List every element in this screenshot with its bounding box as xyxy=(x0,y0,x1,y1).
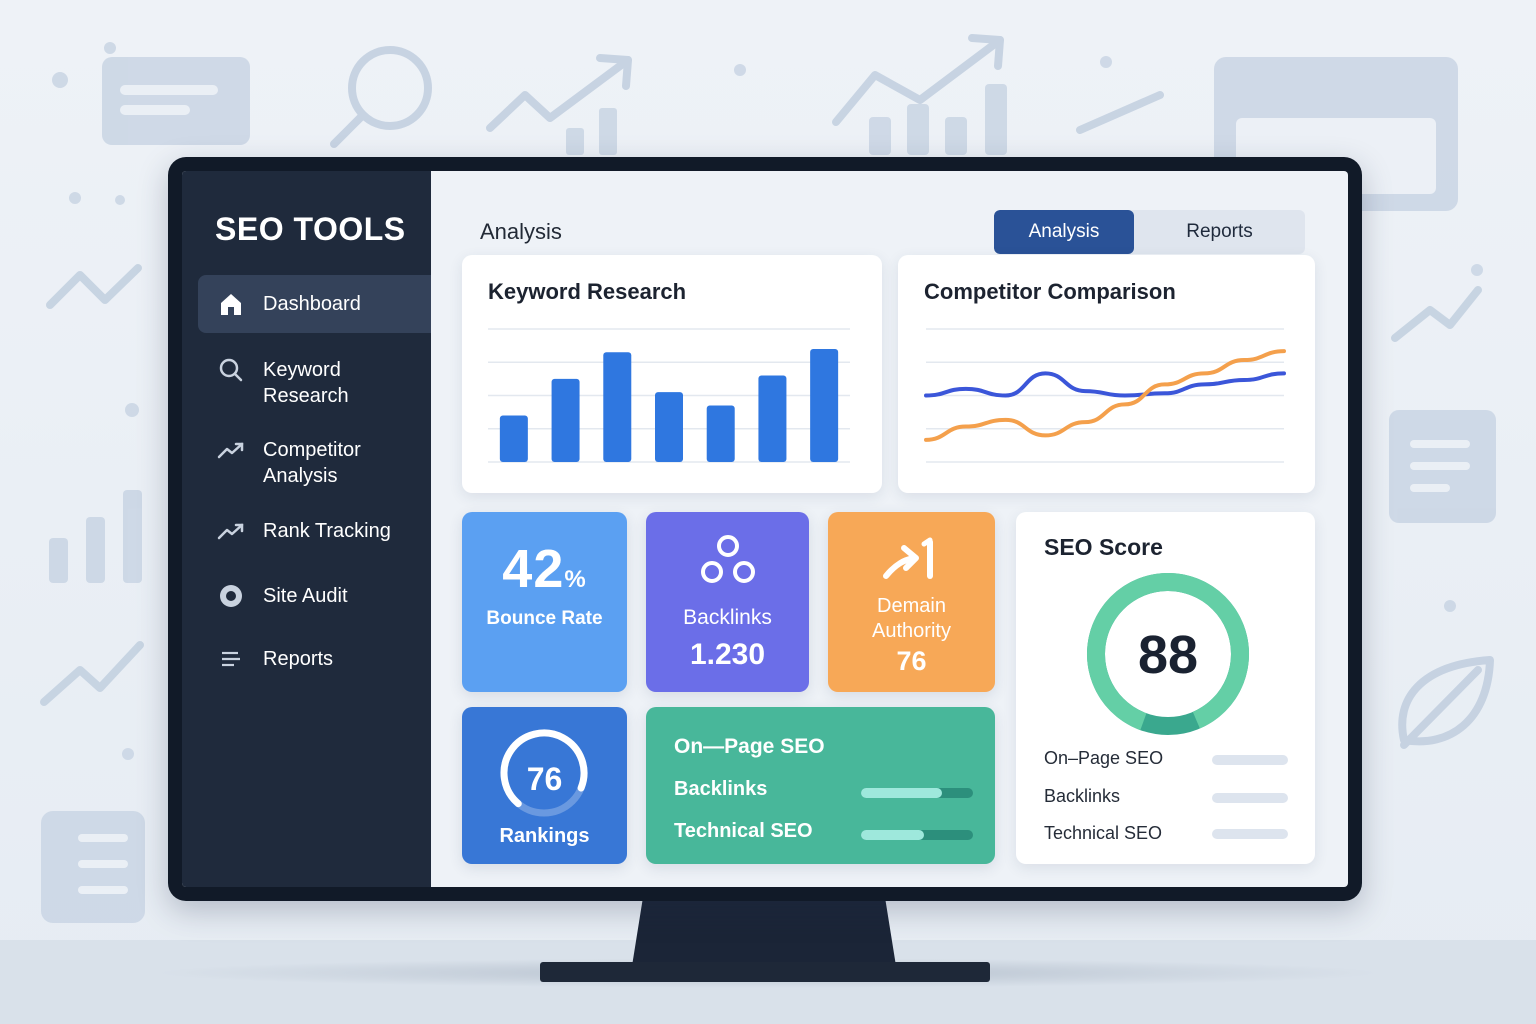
list-icon xyxy=(216,646,246,672)
tab-reports[interactable]: Reports xyxy=(1134,210,1305,254)
bounce-rate-tile[interactable]: 42% Bounce Rate xyxy=(462,512,627,692)
view-tabs: Analysis Reports xyxy=(994,210,1305,254)
bounce-rate-value-line: 42% xyxy=(462,538,627,600)
backlinks-tile[interactable]: Backlinks 1.230 xyxy=(646,512,809,692)
competitor-line-chart xyxy=(924,328,1286,463)
bar xyxy=(551,378,580,462)
score-row-bar xyxy=(1212,829,1288,839)
rankings-label: Rankings xyxy=(499,825,590,847)
domain-authority-value: 76 xyxy=(896,646,927,676)
monitor-stand xyxy=(632,900,896,966)
onpage-seo-tile[interactable]: On—Page SEO Backlinks Technical SEO xyxy=(646,707,995,864)
onpage-progress-track xyxy=(861,788,973,798)
onpage-seo-title: On—Page SEO xyxy=(674,735,825,758)
sidebar-item-rank-tracking[interactable]: Rank Tracking xyxy=(198,518,431,544)
domain-authority-label: Demain Authority xyxy=(872,595,951,642)
onpage-progress-fill xyxy=(861,830,924,840)
sidebar-item-label: Reports xyxy=(263,648,334,670)
page-title: Analysis xyxy=(480,219,562,244)
bar xyxy=(603,352,632,462)
seo-score-value: 88 xyxy=(1137,625,1199,685)
trend-icon xyxy=(216,518,246,544)
score-row-bar xyxy=(1212,793,1288,803)
competitor-comparison-card: Competitor Comparison xyxy=(898,255,1315,493)
screen: SEO TOOLS Dashboard Keyword Research Com… xyxy=(182,171,1348,887)
sidebar-item-site-audit[interactable]: Site Audit xyxy=(198,583,431,609)
onpage-progress-track xyxy=(861,830,973,840)
score-row-label: On–Page SEO xyxy=(1044,748,1164,768)
bounce-rate-label: Bounce Rate xyxy=(486,608,603,629)
onpage-progress-fill xyxy=(861,788,942,798)
seo-score-card: SEO Score 88 On–Page SEO Backlinks Techn… xyxy=(1016,512,1315,864)
keyword-research-card: Keyword Research xyxy=(462,255,882,493)
seo-score-title: SEO Score xyxy=(1044,534,1163,560)
score-row-label: Technical SEO xyxy=(1044,823,1163,843)
bounce-rate-unit: % xyxy=(564,566,587,593)
bar xyxy=(655,392,683,462)
sidebar-item-competitor-analysis[interactable]: Competitor Analysis xyxy=(198,437,431,489)
target-icon xyxy=(216,583,246,609)
bounce-rate-value: 42 xyxy=(502,539,565,599)
trend-icon xyxy=(216,437,246,463)
score-row-label: Backlinks xyxy=(1044,786,1121,806)
sidebar: SEO TOOLS Dashboard Keyword Research Com… xyxy=(182,171,431,887)
sidebar-item-label: Rank Tracking xyxy=(263,520,391,542)
main-content: Analysis Analysis Reports Keyword Resear… xyxy=(431,171,1348,887)
onpage-row-label: Technical SEO xyxy=(674,820,813,842)
backlinks-value: 1.230 xyxy=(689,638,766,671)
sidebar-item-label: Competitor Analysis xyxy=(263,439,361,487)
keyword-bar-chart xyxy=(488,328,850,463)
bar xyxy=(810,348,839,462)
series-line xyxy=(924,371,1286,398)
bar xyxy=(706,405,735,462)
sidebar-item-label: Site Audit xyxy=(263,585,348,607)
rankings-tile[interactable]: 76 Rankings xyxy=(462,707,627,864)
score-row-bar xyxy=(1212,755,1288,765)
bar xyxy=(758,375,787,462)
link-nodes-icon xyxy=(701,535,755,583)
sidebar-item-label: Keyword Research xyxy=(263,359,349,407)
bar xyxy=(499,415,528,462)
arrow-up-right-icon xyxy=(883,537,933,579)
home-icon xyxy=(216,291,246,317)
search-icon xyxy=(216,357,246,383)
sidebar-item-reports[interactable]: Reports xyxy=(198,646,431,672)
sidebar-item-dashboard[interactable]: Dashboard xyxy=(198,275,431,333)
monitor: SEO TOOLS Dashboard Keyword Research Com… xyxy=(168,157,1362,901)
monitor-base xyxy=(540,962,990,982)
sidebar-item-label: Dashboard xyxy=(263,293,361,315)
brand-title: SEO TOOLS xyxy=(215,211,406,247)
domain-authority-tile[interactable]: Demain Authority 76 xyxy=(828,512,995,692)
onpage-row-label: Backlinks xyxy=(674,778,768,800)
tab-analysis[interactable]: Analysis xyxy=(994,210,1134,254)
sidebar-item-keyword-research[interactable]: Keyword Research xyxy=(198,357,431,409)
rankings-value: 76 xyxy=(526,761,563,797)
backlinks-label: Backlinks xyxy=(683,606,772,629)
